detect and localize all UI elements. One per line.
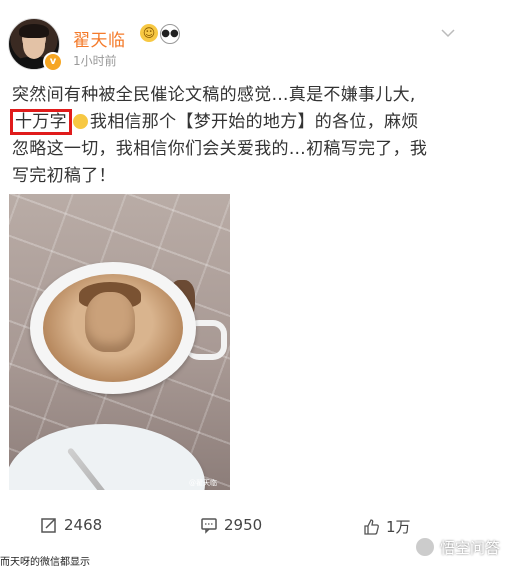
inline-emoji-icon <box>72 114 88 129</box>
repost-count: 2468 <box>64 516 103 534</box>
site-logo-icon <box>414 536 436 558</box>
weibo-post-card: v 翟天临 ☺ ●● 1小时前 突然间有种被全民催论文稿的感觉…真是不嫌事儿大,… <box>0 0 518 566</box>
verified-badge-icon: v <box>43 52 63 72</box>
comment-button[interactable]: 2950 <box>200 516 262 534</box>
post-text: 突然间有种被全民催论文稿的感觉…真是不嫌事儿大, 十万字 我相信那个【梦开始的地方… <box>10 82 472 190</box>
post-text-line-1: 突然间有种被全民催论文稿的感觉…真是不嫌事儿大, <box>12 85 416 105</box>
avatar-hair <box>19 24 49 38</box>
username-emoji-row: ☺ ●● <box>140 24 180 44</box>
like-button[interactable]: 1万 <box>362 516 411 537</box>
chevron-down-icon[interactable] <box>440 25 456 41</box>
post-timestamp: 1小时前 <box>73 54 117 68</box>
smile-emoji-icon: ☺ <box>140 24 158 42</box>
post-photo[interactable]: @翟天临 <box>9 194 230 490</box>
comment-icon <box>201 518 217 534</box>
thumbs-up-icon <box>364 518 379 535</box>
like-count: 1万 <box>386 518 411 536</box>
repost-icon <box>41 518 56 533</box>
panda-emoji-icon: ●● <box>160 24 180 44</box>
post-text-line-2-rest: 我相信那个【梦开始的地方】的各位，麻烦 <box>89 112 419 132</box>
latte-art-face <box>85 292 135 352</box>
site-watermark-text: 悟空问答 <box>440 538 501 557</box>
comment-count: 2950 <box>224 516 263 534</box>
username[interactable]: 翟天临 <box>73 26 126 51</box>
repost-button[interactable]: 2468 <box>40 516 102 534</box>
site-watermark: 悟空问答 <box>414 536 500 558</box>
bottom-caption: 而天呀的微信都显示 <box>0 557 90 566</box>
photo-watermark: @翟天临 <box>189 479 217 487</box>
highlighted-phrase: 十万字 <box>10 109 72 135</box>
post-text-line-3: 忽略这一切，我相信你们会关爱我的…初稿写完了，我 <box>12 139 428 159</box>
post-text-line-2: 十万字 我相信那个【梦开始的地方】的各位，麻烦 <box>10 109 472 136</box>
post-text-line-4: 写完初稿了！ <box>12 166 116 186</box>
